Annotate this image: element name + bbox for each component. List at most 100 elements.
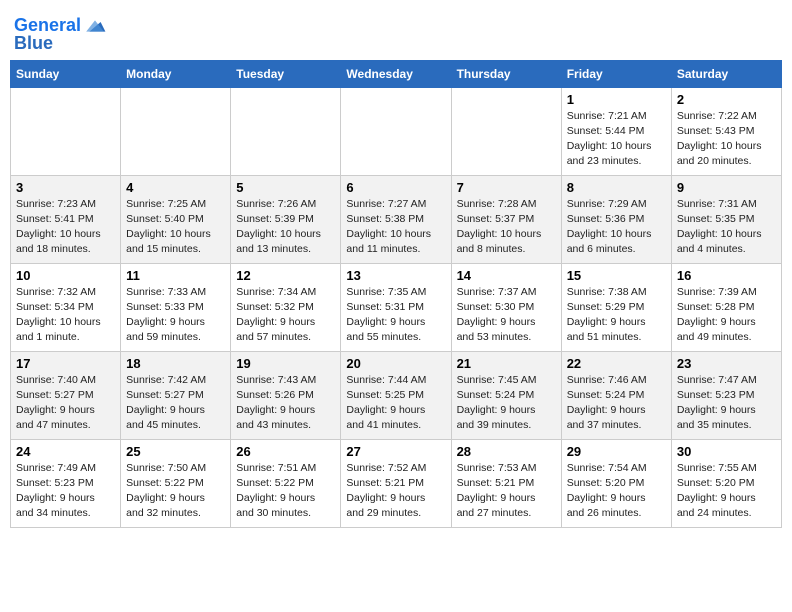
calendar-cell: 1 Sunrise: 7:21 AMSunset: 5:44 PMDaylight… — [561, 87, 671, 175]
day-number: 13 — [346, 268, 445, 283]
day-number: 11 — [126, 268, 225, 283]
day-number: 19 — [236, 356, 335, 371]
calendar-cell: 30 Sunrise: 7:55 AMSunset: 5:20 PMDayligh… — [671, 439, 781, 527]
weekday-header: Monday — [121, 60, 231, 87]
day-info: Sunrise: 7:28 AMSunset: 5:37 PMDaylight:… — [457, 197, 556, 258]
calendar-week-row: 1 Sunrise: 7:21 AMSunset: 5:44 PMDaylight… — [11, 87, 782, 175]
day-info: Sunrise: 7:54 AMSunset: 5:20 PMDaylight:… — [567, 461, 666, 522]
calendar-cell — [11, 87, 121, 175]
day-info: Sunrise: 7:44 AMSunset: 5:25 PMDaylight:… — [346, 373, 445, 434]
day-number: 5 — [236, 180, 335, 195]
day-number: 20 — [346, 356, 445, 371]
day-number: 8 — [567, 180, 666, 195]
calendar-cell: 23 Sunrise: 7:47 AMSunset: 5:23 PMDayligh… — [671, 351, 781, 439]
logo: General Blue — [14, 14, 107, 54]
day-number: 12 — [236, 268, 335, 283]
day-number: 6 — [346, 180, 445, 195]
day-info: Sunrise: 7:25 AMSunset: 5:40 PMDaylight:… — [126, 197, 225, 258]
calendar-cell: 4 Sunrise: 7:25 AMSunset: 5:40 PMDaylight… — [121, 175, 231, 263]
page-header: General Blue — [10, 10, 782, 54]
calendar-cell: 11 Sunrise: 7:33 AMSunset: 5:33 PMDayligh… — [121, 263, 231, 351]
day-info: Sunrise: 7:31 AMSunset: 5:35 PMDaylight:… — [677, 197, 776, 258]
day-info: Sunrise: 7:27 AMSunset: 5:38 PMDaylight:… — [346, 197, 445, 258]
calendar-cell: 5 Sunrise: 7:26 AMSunset: 5:39 PMDaylight… — [231, 175, 341, 263]
calendar-cell: 8 Sunrise: 7:29 AMSunset: 5:36 PMDaylight… — [561, 175, 671, 263]
day-info: Sunrise: 7:50 AMSunset: 5:22 PMDaylight:… — [126, 461, 225, 522]
calendar-cell: 2Sunrise: 7:22 AMSunset: 5:43 PMDaylight… — [671, 87, 781, 175]
weekday-header: Wednesday — [341, 60, 451, 87]
calendar-cell: 25 Sunrise: 7:50 AMSunset: 5:22 PMDayligh… — [121, 439, 231, 527]
calendar-cell: 22 Sunrise: 7:46 AMSunset: 5:24 PMDayligh… — [561, 351, 671, 439]
calendar-cell — [341, 87, 451, 175]
calendar-cell: 28 Sunrise: 7:53 AMSunset: 5:21 PMDayligh… — [451, 439, 561, 527]
day-number: 27 — [346, 444, 445, 459]
day-info: Sunrise: 7:33 AMSunset: 5:33 PMDaylight:… — [126, 285, 225, 346]
day-info: Sunrise: 7:53 AMSunset: 5:21 PMDaylight:… — [457, 461, 556, 522]
day-info: Sunrise: 7:38 AMSunset: 5:29 PMDaylight:… — [567, 285, 666, 346]
weekday-header: Thursday — [451, 60, 561, 87]
calendar-cell: 12 Sunrise: 7:34 AMSunset: 5:32 PMDayligh… — [231, 263, 341, 351]
day-number: 9 — [677, 180, 776, 195]
weekday-header: Tuesday — [231, 60, 341, 87]
day-info: Sunrise: 7:47 AMSunset: 5:23 PMDaylight:… — [677, 373, 776, 434]
day-info: Sunrise: 7:45 AMSunset: 5:24 PMDaylight:… — [457, 373, 556, 434]
calendar-cell — [231, 87, 341, 175]
calendar-cell: 27 Sunrise: 7:52 AMSunset: 5:21 PMDayligh… — [341, 439, 451, 527]
calendar-cell: 19 Sunrise: 7:43 AMSunset: 5:26 PMDayligh… — [231, 351, 341, 439]
day-number: 18 — [126, 356, 225, 371]
calendar-cell: 21 Sunrise: 7:45 AMSunset: 5:24 PMDayligh… — [451, 351, 561, 439]
calendar-week-row: 24Sunrise: 7:49 AMSunset: 5:23 PMDayligh… — [11, 439, 782, 527]
day-number: 17 — [16, 356, 115, 371]
weekday-header-row: SundayMondayTuesdayWednesdayThursdayFrid… — [11, 60, 782, 87]
day-number: 4 — [126, 180, 225, 195]
day-number: 3 — [16, 180, 115, 195]
day-number: 26 — [236, 444, 335, 459]
calendar-cell: 3 Sunrise: 7:23 AMSunset: 5:41 PMDaylight… — [11, 175, 121, 263]
calendar-cell: 6 Sunrise: 7:27 AMSunset: 5:38 PMDaylight… — [341, 175, 451, 263]
day-info: Sunrise: 7:34 AMSunset: 5:32 PMDaylight:… — [236, 285, 335, 346]
calendar-cell — [451, 87, 561, 175]
calendar-week-row: 17Sunrise: 7:40 AMSunset: 5:27 PMDayligh… — [11, 351, 782, 439]
day-info: Sunrise: 7:42 AMSunset: 5:27 PMDaylight:… — [126, 373, 225, 434]
day-info: Sunrise: 7:26 AMSunset: 5:39 PMDaylight:… — [236, 197, 335, 258]
calendar-cell: 13 Sunrise: 7:35 AMSunset: 5:31 PMDayligh… — [341, 263, 451, 351]
day-info: Sunrise: 7:23 AMSunset: 5:41 PMDaylight:… — [16, 197, 115, 258]
day-info: Sunrise: 7:39 AMSunset: 5:28 PMDaylight:… — [677, 285, 776, 346]
logo-subtext: Blue — [14, 34, 53, 54]
calendar-table: SundayMondayTuesdayWednesdayThursdayFrid… — [10, 60, 782, 528]
weekday-header: Friday — [561, 60, 671, 87]
day-number: 28 — [457, 444, 556, 459]
day-info: Sunrise: 7:37 AMSunset: 5:30 PMDaylight:… — [457, 285, 556, 346]
day-info: Sunrise: 7:21 AMSunset: 5:44 PMDaylight:… — [567, 109, 666, 170]
calendar-cell: 18 Sunrise: 7:42 AMSunset: 5:27 PMDayligh… — [121, 351, 231, 439]
day-number: 22 — [567, 356, 666, 371]
day-number: 25 — [126, 444, 225, 459]
day-info: Sunrise: 7:52 AMSunset: 5:21 PMDaylight:… — [346, 461, 445, 522]
calendar-cell: 26 Sunrise: 7:51 AMSunset: 5:22 PMDayligh… — [231, 439, 341, 527]
day-info: Sunrise: 7:32 AMSunset: 5:34 PMDaylight:… — [16, 285, 115, 346]
calendar-cell: 7Sunrise: 7:28 AMSunset: 5:37 PMDaylight… — [451, 175, 561, 263]
day-info: Sunrise: 7:46 AMSunset: 5:24 PMDaylight:… — [567, 373, 666, 434]
calendar-week-row: 3 Sunrise: 7:23 AMSunset: 5:41 PMDaylight… — [11, 175, 782, 263]
calendar-cell: 15Sunrise: 7:38 AMSunset: 5:29 PMDayligh… — [561, 263, 671, 351]
day-number: 14 — [457, 268, 556, 283]
day-number: 16 — [677, 268, 776, 283]
day-number: 2 — [677, 92, 776, 107]
day-number: 1 — [567, 92, 666, 107]
day-number: 21 — [457, 356, 556, 371]
day-number: 30 — [677, 444, 776, 459]
day-info: Sunrise: 7:29 AMSunset: 5:36 PMDaylight:… — [567, 197, 666, 258]
day-info: Sunrise: 7:35 AMSunset: 5:31 PMDaylight:… — [346, 285, 445, 346]
day-info: Sunrise: 7:55 AMSunset: 5:20 PMDaylight:… — [677, 461, 776, 522]
day-number: 10 — [16, 268, 115, 283]
day-number: 24 — [16, 444, 115, 459]
calendar-cell: 17Sunrise: 7:40 AMSunset: 5:27 PMDayligh… — [11, 351, 121, 439]
day-info: Sunrise: 7:51 AMSunset: 5:22 PMDaylight:… — [236, 461, 335, 522]
calendar-cell: 29Sunrise: 7:54 AMSunset: 5:20 PMDayligh… — [561, 439, 671, 527]
logo-icon — [83, 14, 107, 38]
weekday-header: Saturday — [671, 60, 781, 87]
calendar-cell: 24Sunrise: 7:49 AMSunset: 5:23 PMDayligh… — [11, 439, 121, 527]
calendar-cell: 14 Sunrise: 7:37 AMSunset: 5:30 PMDayligh… — [451, 263, 561, 351]
day-info: Sunrise: 7:43 AMSunset: 5:26 PMDaylight:… — [236, 373, 335, 434]
day-number: 23 — [677, 356, 776, 371]
